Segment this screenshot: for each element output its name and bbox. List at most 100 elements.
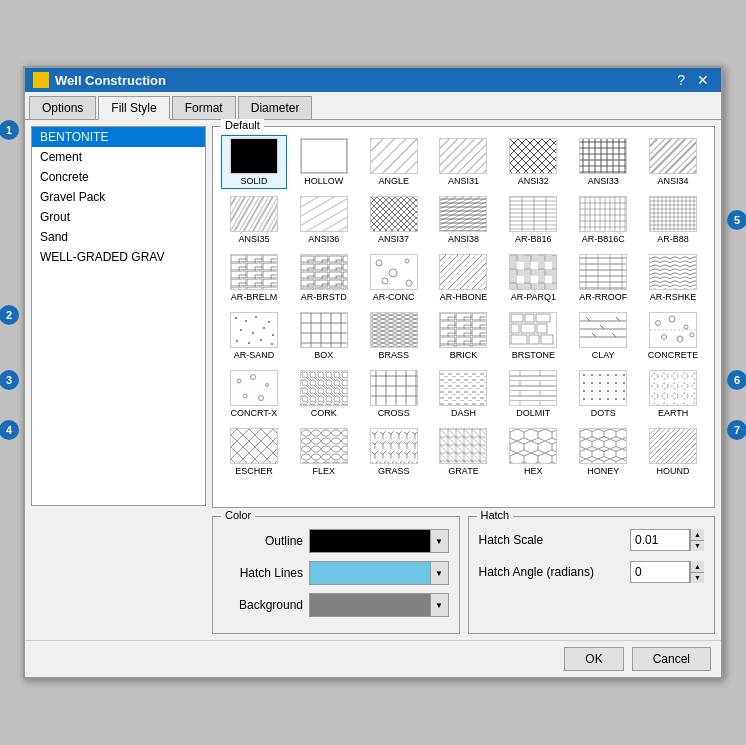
pattern-name-ansi31: ANSI31: [448, 176, 479, 186]
pattern-ar-b88[interactable]: AR-B88: [640, 193, 706, 247]
pattern-ansi35[interactable]: ANSI35: [221, 193, 287, 247]
hatch-angle-down[interactable]: ▼: [691, 573, 704, 584]
app-icon: [33, 72, 49, 88]
pattern-cork[interactable]: CORK: [291, 367, 357, 421]
pattern-honey[interactable]: HONEY: [570, 425, 636, 479]
pattern-ansi37[interactable]: ANSI37: [361, 193, 427, 247]
pattern-clay[interactable]: CLAY: [570, 309, 636, 363]
pattern-dolmit[interactable]: DOLMIT: [500, 367, 566, 421]
pattern-preview-ansi32: [509, 138, 557, 174]
pattern-dash[interactable]: DASH: [431, 367, 497, 421]
hatch-scale-spin[interactable]: ▲ ▼: [690, 529, 704, 551]
pattern-name-dash: DASH: [451, 408, 476, 418]
pattern-ar-brstd[interactable]: AR-BRSTD: [291, 251, 357, 305]
pattern-ar-hbone[interactable]: AR-HBONE: [431, 251, 497, 305]
help-button[interactable]: ?: [673, 72, 689, 88]
hatch-scale-down[interactable]: ▼: [691, 541, 704, 552]
pattern-brstone[interactable]: BRSTONE: [500, 309, 566, 363]
tab-format[interactable]: Format: [172, 96, 236, 119]
material-item-bentonite[interactable]: BENTONITE: [32, 127, 205, 147]
hatch-scale-up[interactable]: ▲: [691, 529, 704, 541]
background-color-select[interactable]: ▼: [309, 593, 449, 617]
ok-button[interactable]: OK: [564, 647, 623, 671]
pattern-name-ar-sand: AR-SAND: [234, 350, 275, 360]
outline-color-select[interactable]: ▼: [309, 529, 449, 553]
hatch-scale-input[interactable]: [630, 529, 690, 551]
pattern-dots[interactable]: DOTS: [570, 367, 636, 421]
pattern-ansi33[interactable]: ANSI33: [570, 135, 636, 189]
svg-rect-132: [440, 371, 486, 405]
color-section: Color Outline ▼ Hatch Lines ▼: [212, 516, 460, 634]
pattern-box[interactable]: BOX: [291, 309, 357, 363]
svg-point-66: [245, 320, 247, 322]
tab-options[interactable]: Options: [29, 96, 96, 119]
pattern-grate[interactable]: GRATE: [431, 425, 497, 479]
pattern-brass[interactable]: BRASS: [361, 309, 427, 363]
svg-point-68: [268, 321, 270, 323]
outline-color-arrow[interactable]: ▼: [430, 530, 448, 552]
material-list[interactable]: BENTONITE Cement Concrete Gravel Pack Gr…: [31, 126, 206, 506]
hatch-angle-up[interactable]: ▲: [691, 561, 704, 573]
tab-diameter[interactable]: Diameter: [238, 96, 313, 119]
callout-7: 7: [727, 420, 746, 440]
pattern-escher[interactable]: ESCHER: [221, 425, 287, 479]
svg-rect-105: [650, 313, 696, 347]
material-item-concrete[interactable]: Concrete: [32, 167, 205, 187]
svg-rect-62: [580, 255, 626, 289]
hatch-angle-spin[interactable]: ▲ ▼: [690, 561, 704, 583]
pattern-ar-sand[interactable]: AR-SAND: [221, 309, 287, 363]
material-item-sand[interactable]: Sand: [32, 227, 205, 247]
material-item-cement[interactable]: Cement: [32, 147, 205, 167]
tab-fill-style[interactable]: Fill Style: [98, 96, 169, 120]
material-item-well-graded-grav[interactable]: WELL-GRADED GRAV: [32, 247, 205, 267]
background-color-arrow[interactable]: ▼: [430, 594, 448, 616]
pattern-name-ar-parq1: AR-PARQ1: [511, 292, 556, 302]
pattern-hex[interactable]: HEX: [500, 425, 566, 479]
pattern-earth[interactable]: EARTH: [640, 367, 706, 421]
pattern-brick[interactable]: BRICK: [431, 309, 497, 363]
pattern-ansi36[interactable]: ANSI36: [291, 193, 357, 247]
material-item-grout[interactable]: Grout: [32, 207, 205, 227]
pattern-concrt-x[interactable]: CONCRT-X: [221, 367, 287, 421]
pattern-ar-b816c[interactable]: AR-B816C: [570, 193, 636, 247]
pattern-grid[interactable]: SOLID HOLLOW: [213, 127, 714, 507]
outline-color-block: [310, 530, 430, 552]
pattern-ar-rroof[interactable]: AR-RROOF: [570, 251, 636, 305]
pattern-ansi34[interactable]: ANSI34: [640, 135, 706, 189]
hatch-lines-color-select[interactable]: ▼: [309, 561, 449, 585]
title-bar-left: Well Construction: [33, 72, 166, 88]
cancel-button[interactable]: Cancel: [632, 647, 711, 671]
material-panel: BENTONITE Cement Concrete Gravel Pack Gr…: [31, 126, 206, 634]
pattern-hound[interactable]: HOUND: [640, 425, 706, 479]
pattern-ar-parq1[interactable]: AR-PARQ1: [500, 251, 566, 305]
svg-rect-143: [231, 429, 277, 463]
title-bar: Well Construction ? ✕: [25, 68, 721, 92]
svg-rect-0: [231, 139, 277, 173]
pattern-preview-concrete: [649, 312, 697, 348]
pattern-ar-conc[interactable]: AR-CONC: [361, 251, 427, 305]
pattern-name-ansi35: ANSI35: [238, 234, 269, 244]
pattern-angle[interactable]: ANGLE: [361, 135, 427, 189]
pattern-hollow[interactable]: HOLLOW: [291, 135, 357, 189]
pattern-solid[interactable]: SOLID: [221, 135, 287, 189]
hatch-angle-input[interactable]: [630, 561, 690, 583]
pattern-grass[interactable]: GRASS: [361, 425, 427, 479]
close-button[interactable]: ✕: [693, 72, 713, 88]
outline-label: Outline: [223, 534, 303, 548]
callout-1: 1: [0, 120, 19, 140]
pattern-ar-rshke[interactable]: AR-RSHKE: [640, 251, 706, 305]
pattern-ansi32[interactable]: ANSI32: [500, 135, 566, 189]
pattern-ar-brelm[interactable]: AR-BRELM: [221, 251, 287, 305]
background-color-block: [310, 594, 430, 616]
svg-rect-23: [371, 197, 417, 231]
pattern-ansi31[interactable]: ANSI31: [431, 135, 497, 189]
hatch-lines-color-arrow[interactable]: ▼: [430, 562, 448, 584]
pattern-ansi38[interactable]: ANSI38: [431, 193, 497, 247]
dialog-content: 1 2 3 4 5 6 7 BENTONITE Cement Concrete …: [25, 120, 721, 640]
pattern-cross[interactable]: CROSS: [361, 367, 427, 421]
pattern-ar-b816[interactable]: AR-B816: [500, 193, 566, 247]
svg-point-74: [248, 342, 250, 344]
pattern-flex[interactable]: FLEX: [291, 425, 357, 479]
pattern-concrete[interactable]: CONCRETE: [640, 309, 706, 363]
material-item-gravel-pack[interactable]: Gravel Pack: [32, 187, 205, 207]
